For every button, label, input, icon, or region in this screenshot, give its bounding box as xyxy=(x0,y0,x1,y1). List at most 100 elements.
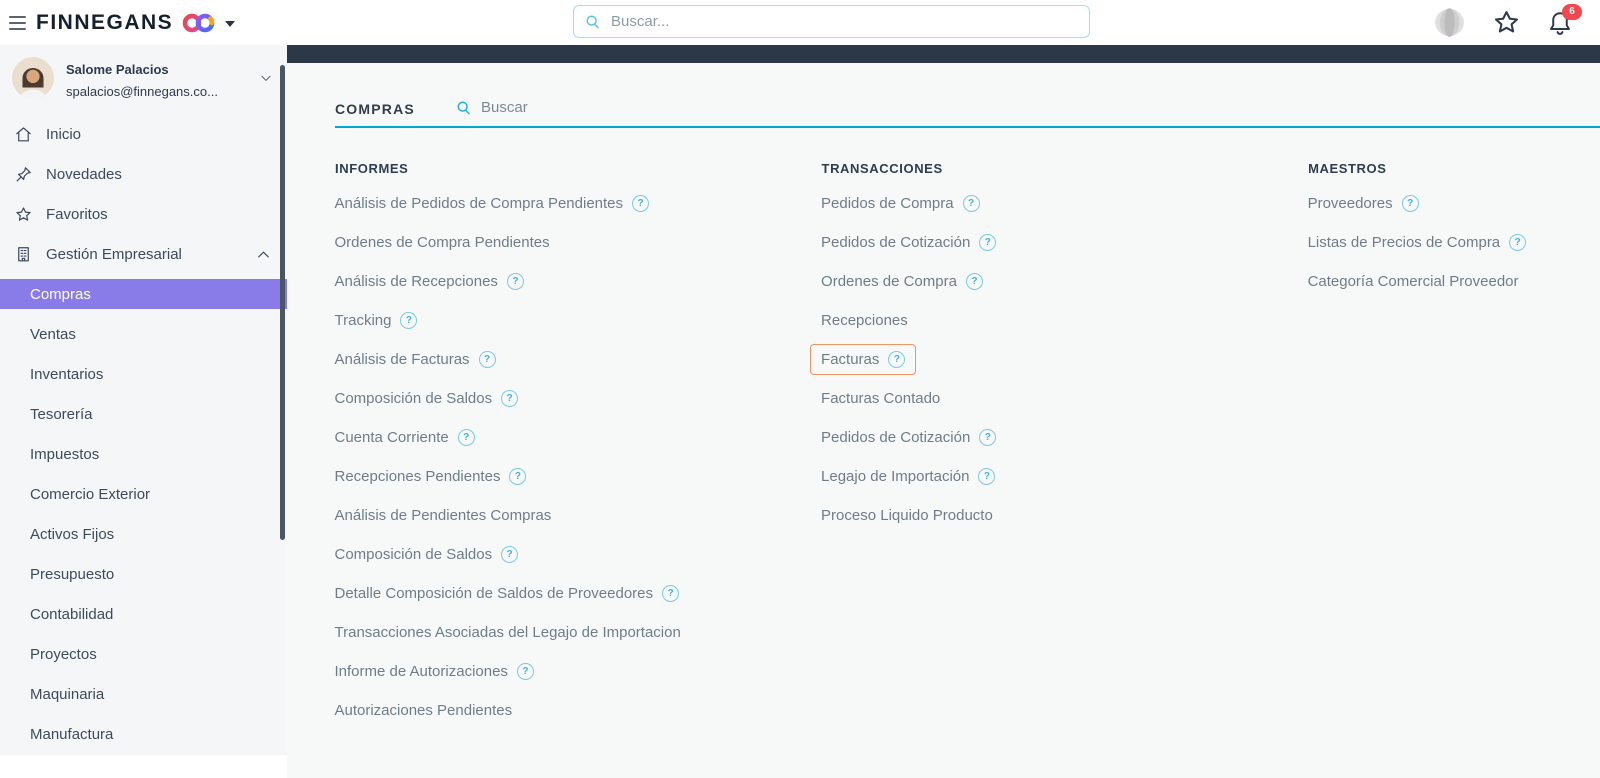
menu-item-label: Proveedores xyxy=(1307,195,1393,212)
help-icon[interactable]: ? xyxy=(979,234,997,251)
menu-item-recepciones[interactable]: Recepciones xyxy=(810,305,919,336)
help-icon[interactable]: ? xyxy=(501,546,519,563)
sidebar-item-label: Gestión Empresarial xyxy=(46,245,182,263)
help-icon[interactable]: ? xyxy=(506,273,524,290)
sidebar-item-activos-fijos[interactable]: Activos Fijos xyxy=(0,514,287,554)
help-icon[interactable]: ? xyxy=(509,468,527,485)
sidebar-item-maquinaria[interactable]: Maquinaria xyxy=(0,674,287,714)
menu-item-label: Recepciones xyxy=(821,312,908,329)
brand-logo[interactable]: FINNEGANS xyxy=(36,0,236,45)
help-icon[interactable]: ? xyxy=(662,585,680,602)
sidebar-item-ventas[interactable]: Ventas xyxy=(0,314,287,354)
sidebar-item-manufactura[interactable]: Manufactura xyxy=(0,714,287,754)
menu-item-label: Tracking xyxy=(334,312,392,329)
sidebar-item-label: Inicio xyxy=(46,125,82,143)
sidebar-item-inicio[interactable]: Inicio xyxy=(0,114,287,154)
menu-item-row: Categoría Comercial Proveedor xyxy=(1308,262,1600,301)
menu-item-legajo-de-importacion[interactable]: Legajo de Importación? xyxy=(810,461,1006,492)
menu-item-proveedores[interactable]: Proveedores? xyxy=(1297,188,1430,219)
sidebar-item-novedades[interactable]: Novedades xyxy=(0,154,287,194)
sidebar-item-inventarios[interactable]: Inventarios xyxy=(0,354,287,394)
sidebar-item-presupuesto[interactable]: Presupuesto xyxy=(0,554,287,594)
menu-item-categoria-comercial-proveedor[interactable]: Categoría Comercial Proveedor xyxy=(1297,266,1530,297)
menu-column-transacciones: TRANSACCIONES Pedidos de Compra? Pedidos d… xyxy=(810,158,1309,730)
menu-item-recepciones-pendientes[interactable]: Recepciones Pendientes? xyxy=(324,461,538,492)
favorites-star-icon[interactable] xyxy=(1492,8,1521,37)
help-icon[interactable]: ? xyxy=(978,468,996,485)
menu-item-row: Legajo de Importación? xyxy=(821,457,1309,496)
help-icon[interactable]: ? xyxy=(457,429,475,446)
menu-item-proceso-liquido-producto[interactable]: Proceso Liquido Producto xyxy=(810,500,1004,531)
sidebar-subitem-label: Impuestos xyxy=(30,445,100,463)
help-icon[interactable]: ? xyxy=(888,351,906,368)
menu-column-header: MAESTROS xyxy=(1308,161,1387,176)
menu-item-pedidos-de-cotizacion[interactable]: Pedidos de Cotización? xyxy=(810,422,1007,453)
chevron-down-icon[interactable] xyxy=(259,71,273,90)
help-icon[interactable]: ? xyxy=(400,312,418,329)
menu-column-header: TRANSACCIONES xyxy=(821,161,943,176)
global-search-input[interactable] xyxy=(609,12,1079,31)
sidebar-scrollbar[interactable] xyxy=(280,65,285,540)
global-search[interactable] xyxy=(573,5,1090,38)
sidebar-item-comercio-exterior[interactable]: Comercio Exterior xyxy=(0,474,287,514)
menu-item-row: Pedidos de Cotización? xyxy=(821,223,1309,262)
module-search[interactable]: Buscar xyxy=(455,99,528,116)
chevron-up-icon xyxy=(254,245,273,264)
menu-item-row: Análisis de Recepciones? xyxy=(335,262,822,301)
menu-item-tracking[interactable]: Tracking? xyxy=(324,305,429,336)
sidebar-item-compras[interactable]: Compras xyxy=(0,274,287,314)
sidebar-item-impuestos[interactable]: Impuestos xyxy=(0,434,287,474)
menu-item-facturas[interactable]: Facturas? xyxy=(810,344,917,375)
menu-item-label: Composición de Saldos xyxy=(334,546,493,563)
sidebar-item-favoritos[interactable]: Favoritos xyxy=(0,194,287,234)
menu-item-analisis-de-pendientes-compras[interactable]: Análisis de Pendientes Compras xyxy=(324,500,563,531)
sidebar-subitem-label: Presupuesto xyxy=(30,565,115,583)
menu-item-ordenes-de-compra[interactable]: Ordenes de Compra? xyxy=(810,266,994,297)
menu-item-label: Análisis de Facturas xyxy=(334,351,470,368)
menu-columns: INFORMES Análisis de Pedidos de Compra Pe… xyxy=(335,158,1600,730)
menu-item-transacciones-asociadas-del-legajo-de-importacion[interactable]: Transacciones Asociadas del Legajo de Im… xyxy=(324,617,692,648)
hamburger-menu-icon[interactable] xyxy=(9,16,26,34)
sidebar-item-contabilidad[interactable]: Contabilidad xyxy=(0,594,287,634)
brand-caret-icon[interactable] xyxy=(225,20,236,27)
help-icon[interactable]: ? xyxy=(501,390,519,407)
menu-item-row: Análisis de Facturas? xyxy=(335,340,822,379)
help-icon[interactable]: ? xyxy=(478,351,496,368)
help-icon[interactable]: ? xyxy=(632,195,650,212)
menu-item-pedidos-de-cotizacion[interactable]: Pedidos de Cotización? xyxy=(810,227,1007,258)
menu-item-analisis-de-facturas[interactable]: Análisis de Facturas? xyxy=(324,344,507,375)
menu-item-label: Transacciones Asociadas del Legajo de Im… xyxy=(334,624,681,641)
menu-item-analisis-de-pedidos-de-compra-pendientes[interactable]: Análisis de Pedidos de Compra Pendientes… xyxy=(324,188,661,219)
sidebar-item-tesoreria[interactable]: Tesorería xyxy=(0,394,287,434)
help-icon[interactable]: ? xyxy=(516,663,534,680)
menu-item-label: Pedidos de Cotización xyxy=(821,429,971,446)
menu-item-detalle-composicion-de-saldos-de-proveedores[interactable]: Detalle Composición de Saldos de Proveed… xyxy=(324,578,691,609)
help-icon[interactable]: ? xyxy=(1401,195,1419,212)
sidebar-item-gestion-empresarial[interactable]: Gestión Empresarial xyxy=(0,234,287,274)
help-icon[interactable]: ? xyxy=(979,429,997,446)
menu-item-label: Categoría Comercial Proveedor xyxy=(1307,273,1519,290)
menu-item-label: Análisis de Pedidos de Compra Pendientes xyxy=(334,195,624,212)
notifications-bell-icon[interactable]: 6 xyxy=(1546,3,1582,37)
sidebar-item-proyectos[interactable]: Proyectos xyxy=(0,634,287,674)
menu-item-listas-de-precios-de-compra[interactable]: Listas de Precios de Compra? xyxy=(1297,227,1538,258)
infinity-logo-icon xyxy=(181,11,217,35)
menu-item-row: Facturas Contado xyxy=(821,379,1309,418)
user-card[interactable]: Salome Palacios spalacios@finnegans.co..… xyxy=(0,45,287,114)
globe-icon[interactable] xyxy=(1432,5,1467,40)
menu-item-composicion-de-saldos[interactable]: Composición de Saldos? xyxy=(324,383,530,414)
help-icon[interactable]: ? xyxy=(1509,234,1527,251)
sidebar-subitem-label: Manufactura xyxy=(30,725,114,743)
menu-item-cuenta-corriente[interactable]: Cuenta Corriente? xyxy=(324,422,486,453)
menu-item-pedidos-de-compra[interactable]: Pedidos de Compra? xyxy=(810,188,991,219)
help-icon[interactable]: ? xyxy=(965,273,983,290)
menu-item-analisis-de-recepciones[interactable]: Análisis de Recepciones? xyxy=(324,266,535,297)
menu-item-composicion-de-saldos[interactable]: Composición de Saldos? xyxy=(324,539,530,570)
menu-item-ordenes-de-compra-pendientes[interactable]: Ordenes de Compra Pendientes xyxy=(324,227,561,258)
menu-item-facturas-contado[interactable]: Facturas Contado xyxy=(810,383,951,414)
main-content: COMPRAS Buscar INFORMES Análisis de Pedid… xyxy=(287,63,1600,778)
menu-item-autorizaciones-pendientes[interactable]: Autorizaciones Pendientes xyxy=(324,695,524,726)
menu-item-label: Facturas xyxy=(821,351,880,368)
menu-item-informe-de-autorizaciones[interactable]: Informe de Autorizaciones? xyxy=(324,656,545,687)
help-icon[interactable]: ? xyxy=(962,195,980,212)
